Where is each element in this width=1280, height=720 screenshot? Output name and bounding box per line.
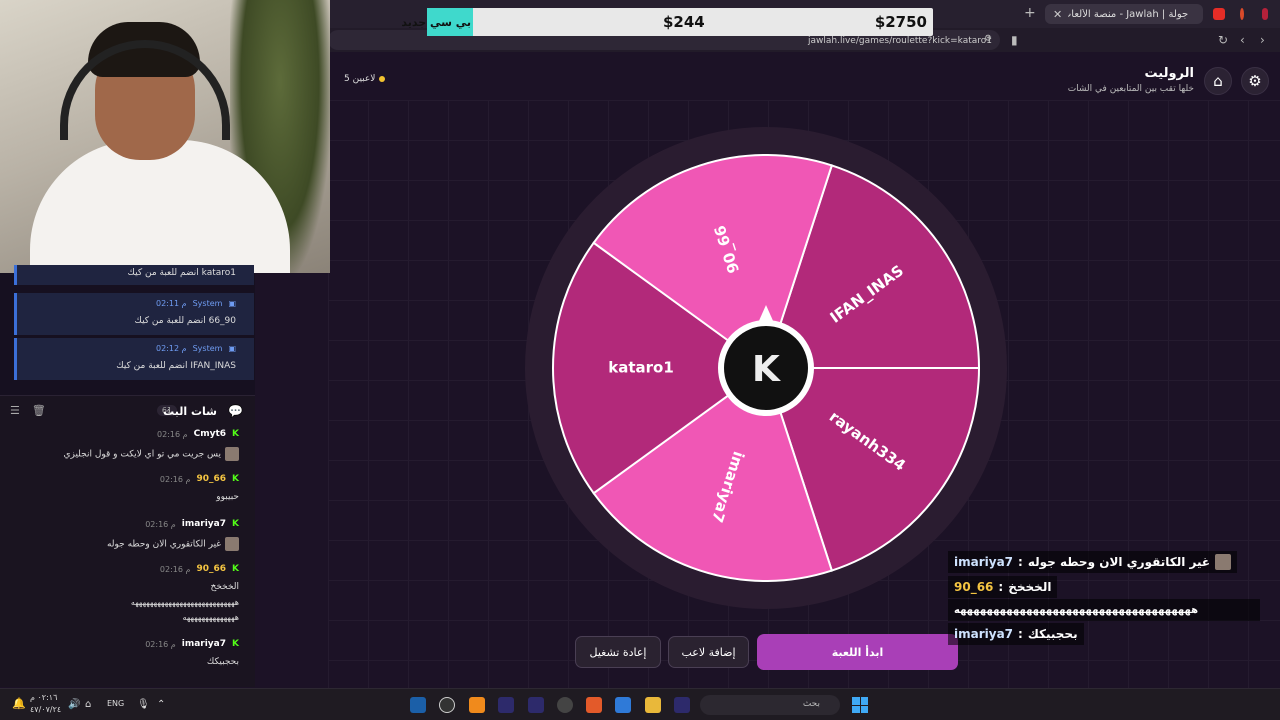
kick-icon: K bbox=[232, 639, 239, 649]
kick-icon: K bbox=[232, 429, 239, 439]
back-icon[interactable]: ‹ bbox=[1240, 33, 1245, 47]
new-pc-label: بي سي جديد bbox=[401, 8, 473, 36]
game-title: الروليت bbox=[1144, 66, 1194, 81]
chat-username: imariya7 bbox=[181, 519, 227, 529]
chat-username: 90_66 bbox=[196, 474, 227, 484]
new-tab-button[interactable]: + bbox=[1024, 5, 1036, 21]
reload-icon[interactable]: ↻ bbox=[1218, 33, 1228, 47]
chat-messages: 02:16 م Cmyt6 K يس جريت مي تو اي لايكت و ق… bbox=[0, 425, 255, 687]
kick-icon: K bbox=[232, 474, 239, 484]
browser-tab-jawlah[interactable]: ✕ جولة | Jawlah - منصة الألعاب التفا bbox=[1045, 4, 1203, 24]
headset bbox=[60, 40, 230, 140]
chat-settings-icon[interactable]: ☰ bbox=[10, 404, 20, 417]
system-user: System bbox=[192, 299, 223, 308]
close-tab-icon[interactable]: ✕ bbox=[1053, 8, 1062, 21]
pinned-tab-2[interactable] bbox=[1254, 4, 1276, 24]
chat-message: 02:16 م imariya7 K غير الكاتقوري الان وحطه… bbox=[106, 519, 239, 551]
kick-icon: K bbox=[232, 519, 239, 529]
settings-button[interactable]: ⚙ bbox=[1241, 67, 1269, 95]
network-icon[interactable]: ⌂ bbox=[85, 699, 91, 710]
bot-icon: ▣ bbox=[228, 344, 236, 353]
chat-message: 02:16 م 90_66 K الخخخخ ههههههههههههههههههه… bbox=[130, 564, 239, 622]
after-effects-icon[interactable] bbox=[498, 697, 514, 713]
home-icon: ⌂ bbox=[1213, 72, 1223, 90]
balance-overlay: بي سي جديد $244 $2750 bbox=[401, 8, 933, 36]
obs-icon[interactable] bbox=[439, 697, 455, 713]
emote-icon bbox=[225, 447, 239, 461]
overlay-chat-line: imariya7: غير الكاتقوري الان وحطه جوله bbox=[948, 551, 1238, 573]
premiere-icon[interactable] bbox=[528, 697, 544, 713]
online-dot-icon bbox=[379, 76, 386, 82]
roulette-wheel[interactable]: IFAN_INASrayanh334imariya7kataro190_66 K bbox=[525, 127, 1007, 609]
chevron-up-icon[interactable]: ⌃ bbox=[157, 699, 165, 710]
premiere-icon[interactable] bbox=[674, 697, 690, 713]
overlay-chat-line: 90_66: الخخخخ bbox=[948, 576, 1058, 598]
taskbar-search[interactable]: بحث bbox=[700, 695, 840, 715]
webcam-feed bbox=[0, 0, 330, 273]
system-user: System bbox=[192, 344, 223, 353]
gear-icon: ⚙ bbox=[1248, 72, 1262, 90]
current-amount: $244 bbox=[663, 13, 705, 31]
clock-date: ٤٧/٠٧/٢٤ bbox=[30, 705, 62, 714]
chat-message: 02:16 م 90_66 K حبيبوو bbox=[159, 474, 239, 502]
chat-username: 90_66 bbox=[196, 564, 227, 574]
chat-username: Cmyt6 bbox=[193, 429, 227, 439]
avatar bbox=[1215, 554, 1232, 570]
notification-icon[interactable]: 🔔 bbox=[12, 697, 26, 710]
home-button[interactable]: ⌂ bbox=[1204, 67, 1232, 95]
vlc-icon[interactable] bbox=[469, 697, 485, 713]
windows-start-icon[interactable] bbox=[852, 697, 868, 713]
site-icon bbox=[1262, 8, 1268, 20]
kick-icon: K bbox=[232, 564, 239, 574]
add-player-button[interactable]: إضافة لاعب bbox=[668, 636, 749, 668]
clock-time: ٠٢:١٦ م bbox=[30, 693, 58, 702]
chat-message: 02:16 م Cmyt6 K يس جريت مي تو اي لايكت و ق… bbox=[63, 429, 239, 461]
language-indicator[interactable]: ENG bbox=[107, 699, 124, 708]
forward-icon[interactable]: › bbox=[1260, 33, 1265, 47]
wheel-segment-label: kataro1 bbox=[608, 359, 674, 377]
site-icon bbox=[1240, 8, 1244, 20]
system-message: kataro1 انضم للعبة من كيك bbox=[14, 265, 254, 285]
system-messages-panel: kataro1 انضم للعبة من كيك 02:11 م System ▣… bbox=[0, 265, 255, 395]
folder-icon[interactable] bbox=[645, 697, 661, 713]
delete-icon[interactable]: 🗑 bbox=[32, 404, 46, 417]
mic-icon[interactable]: 🎙 bbox=[137, 699, 150, 710]
start-game-button[interactable]: ابدأ اللعبة bbox=[757, 634, 958, 670]
pinned-tab[interactable] bbox=[1232, 4, 1252, 24]
tab-label: جولة | Jawlah - منصة الألعاب التفا bbox=[1068, 8, 1189, 20]
url-text: jawlah.live/games/roulette?kick=kataro1 bbox=[808, 36, 992, 46]
emote-icon bbox=[225, 537, 239, 551]
restart-button[interactable]: إعادة تشغيل bbox=[575, 636, 661, 668]
bookmark-icon[interactable]: ▮ bbox=[1011, 33, 1018, 47]
youtube-tab[interactable] bbox=[1205, 4, 1235, 24]
site-settings-icon[interactable]: ⚙ bbox=[984, 34, 992, 44]
chat-username: imariya7 bbox=[181, 639, 227, 649]
chat-header: ☰ 🗑 61 شات البث 💬 bbox=[0, 395, 255, 425]
kick-logo-icon: K bbox=[752, 349, 781, 390]
store-icon[interactable] bbox=[615, 697, 631, 713]
chat-message: 02:16 م imariya7 K بحجبيكك bbox=[145, 639, 239, 667]
game-subtitle: خلها تقب بين المتابعين في الشات bbox=[1067, 84, 1194, 94]
app-icon[interactable] bbox=[557, 697, 573, 713]
chat-title: شات البث bbox=[163, 405, 217, 418]
chat-icon: 💬 bbox=[228, 404, 243, 418]
steam-icon[interactable] bbox=[410, 697, 426, 713]
players-count: 5 لاعبين bbox=[344, 74, 386, 84]
taskbar: 🔔 ٠٢:١٦ م ٤٧/٠٧/٢٤ 🔊 ⌂ ENG 🎙 ⌃ بحث bbox=[0, 688, 1280, 720]
overlay-chat-line: imariya7: بحجبيكك bbox=[948, 623, 1084, 645]
system-message: 02:11 م System ▣ 90_66 انضم للعبة من كيك bbox=[14, 293, 254, 335]
brave-icon[interactable] bbox=[586, 697, 602, 713]
bot-icon: ▣ bbox=[228, 299, 236, 308]
volume-icon[interactable]: 🔊 bbox=[68, 699, 80, 710]
system-message: 02:12 م System ▣ IFAN_INAS انضم للعبة من ك… bbox=[14, 338, 254, 380]
overlay-chat-line: ههههههههههههههههههههههههههههههههههههه bbox=[948, 599, 1260, 621]
youtube-icon bbox=[1213, 8, 1225, 20]
goal-amount: $2750 bbox=[874, 13, 927, 31]
